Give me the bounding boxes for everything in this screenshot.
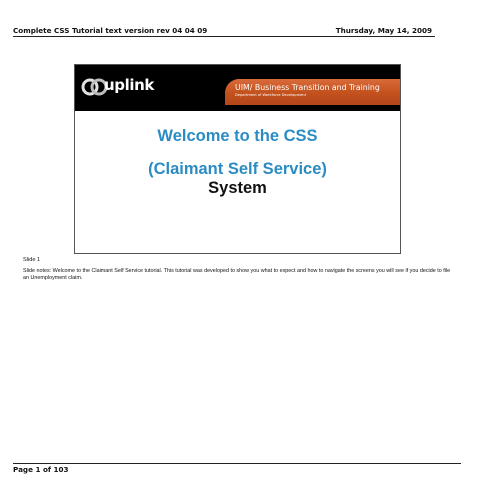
welcome-line-2: (Claimant Self Service) [148, 160, 327, 178]
page-header: Complete CSS Tutorial text version rev 0… [13, 26, 435, 37]
slide-banner: uplink UIM/ Business Transition and Trai… [75, 65, 400, 111]
slide-thumbnail: uplink UIM/ Business Transition and Trai… [74, 64, 401, 254]
document-title: Complete CSS Tutorial text version rev 0… [13, 26, 208, 35]
uplink-logo: uplink [81, 73, 161, 99]
page-footer: Page 1 of 103 [13, 463, 461, 474]
welcome-line-3: System [208, 179, 267, 197]
logo-text: uplink [104, 76, 154, 94]
document-date: Thursday, May 14, 2009 [335, 26, 432, 35]
banner-subheading: Department of Workforce Development [235, 93, 306, 97]
slide-label: Slide 1 [23, 257, 41, 263]
page-number: Page 1 of 103 [13, 465, 69, 474]
banner-heading: UIM/ Business Transition and Training [235, 83, 380, 92]
slide-notes: Slide notes: Welcome to the Claimant Sel… [23, 268, 451, 281]
welcome-line-1: Welcome to the CSS [157, 127, 318, 145]
